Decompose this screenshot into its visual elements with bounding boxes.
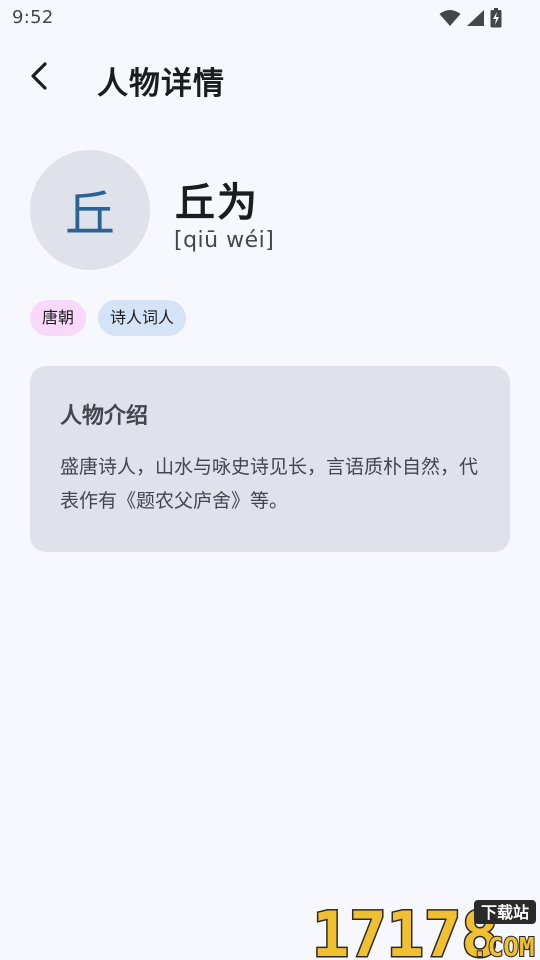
status-icons — [439, 8, 502, 28]
avatar: 丘 — [30, 150, 150, 270]
wifi-icon — [439, 9, 461, 27]
intro-title: 人物介绍 — [60, 404, 149, 429]
intro-card: 人物介绍 盛唐诗人，山水与咏史诗见长，言语质朴自然，代表作有《题农父庐舍》等。 — [30, 366, 510, 552]
status-bar: 9:52 — [0, 0, 540, 36]
person-pinyin: [qiū wéi] — [174, 228, 275, 253]
person-name: 丘为 — [175, 180, 259, 226]
battery-charging-icon — [490, 8, 502, 28]
status-time: 9:52 — [12, 7, 54, 28]
watermark-suffix: .COM — [472, 933, 535, 960]
tag-list: 唐朝 诗人词人 — [30, 300, 187, 336]
cell-signal-icon — [466, 9, 485, 27]
tag-dynasty[interactable]: 唐朝 — [30, 300, 87, 336]
watermark-digits: 17178 — [312, 898, 499, 960]
watermark-sub: 下载站 — [481, 903, 529, 922]
tag-role[interactable]: 诗人词人 — [98, 300, 187, 336]
intro-text: 盛唐诗人，山水与咏史诗见长，言语质朴自然，代表作有《题农父庐舍》等。 — [60, 456, 479, 512]
app-bar: 人物详情 — [0, 44, 540, 114]
watermark-logo: 17178 下载站 .COM — [311, 898, 536, 960]
back-button[interactable] — [18, 56, 62, 100]
avatar-character: 丘 — [65, 185, 115, 243]
page-title: 人物详情 — [97, 66, 225, 102]
back-arrow-icon — [28, 62, 52, 94]
